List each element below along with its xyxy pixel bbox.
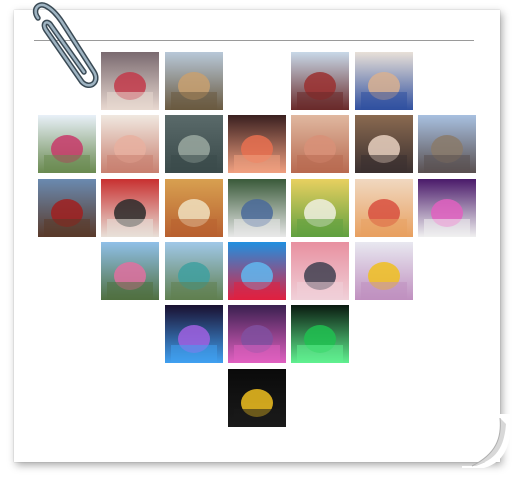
yellow-figures-photo[interactable] [355,242,413,300]
hands-table-photo[interactable] [291,115,349,173]
woman-smiling-photo[interactable] [355,115,413,173]
collage-stage [0,0,517,480]
jeans-sneakers-photo[interactable] [228,179,286,237]
iced-drinks-photo[interactable] [228,115,286,173]
palace-building-photo[interactable] [165,52,223,110]
green-light-curtain-photo[interactable] [291,305,349,363]
wedding-stage-photo[interactable] [418,179,476,237]
paperclip-icon [32,2,99,88]
neon-sign-photo[interactable] [228,305,286,363]
pizza-slice-photo[interactable] [355,179,413,237]
food-bowl-photo[interactable] [165,179,223,237]
drink-cup-photo[interactable] [101,52,159,110]
bottle-drink-photo[interactable] [38,179,96,237]
red-flower-photo[interactable] [228,242,286,300]
moon-silhouette-photo[interactable] [228,369,286,427]
page-curl-icon [462,414,510,468]
ferris-wheel-photo[interactable] [101,242,159,300]
teal-pavilion-photo[interactable] [165,242,223,300]
night-lights-photo[interactable] [165,305,223,363]
clock-tower-photo[interactable] [418,115,476,173]
swing-ride-photo[interactable] [38,115,96,173]
dessert-cups-photo[interactable] [101,115,159,173]
card-machine-photo[interactable] [101,179,159,237]
man-portrait-photo[interactable] [355,52,413,110]
tofu-dish-photo[interactable] [291,179,349,237]
mall-girl-photo[interactable] [291,242,349,300]
red-church-photo[interactable] [291,52,349,110]
tunnel-ceiling-photo[interactable] [165,115,223,173]
